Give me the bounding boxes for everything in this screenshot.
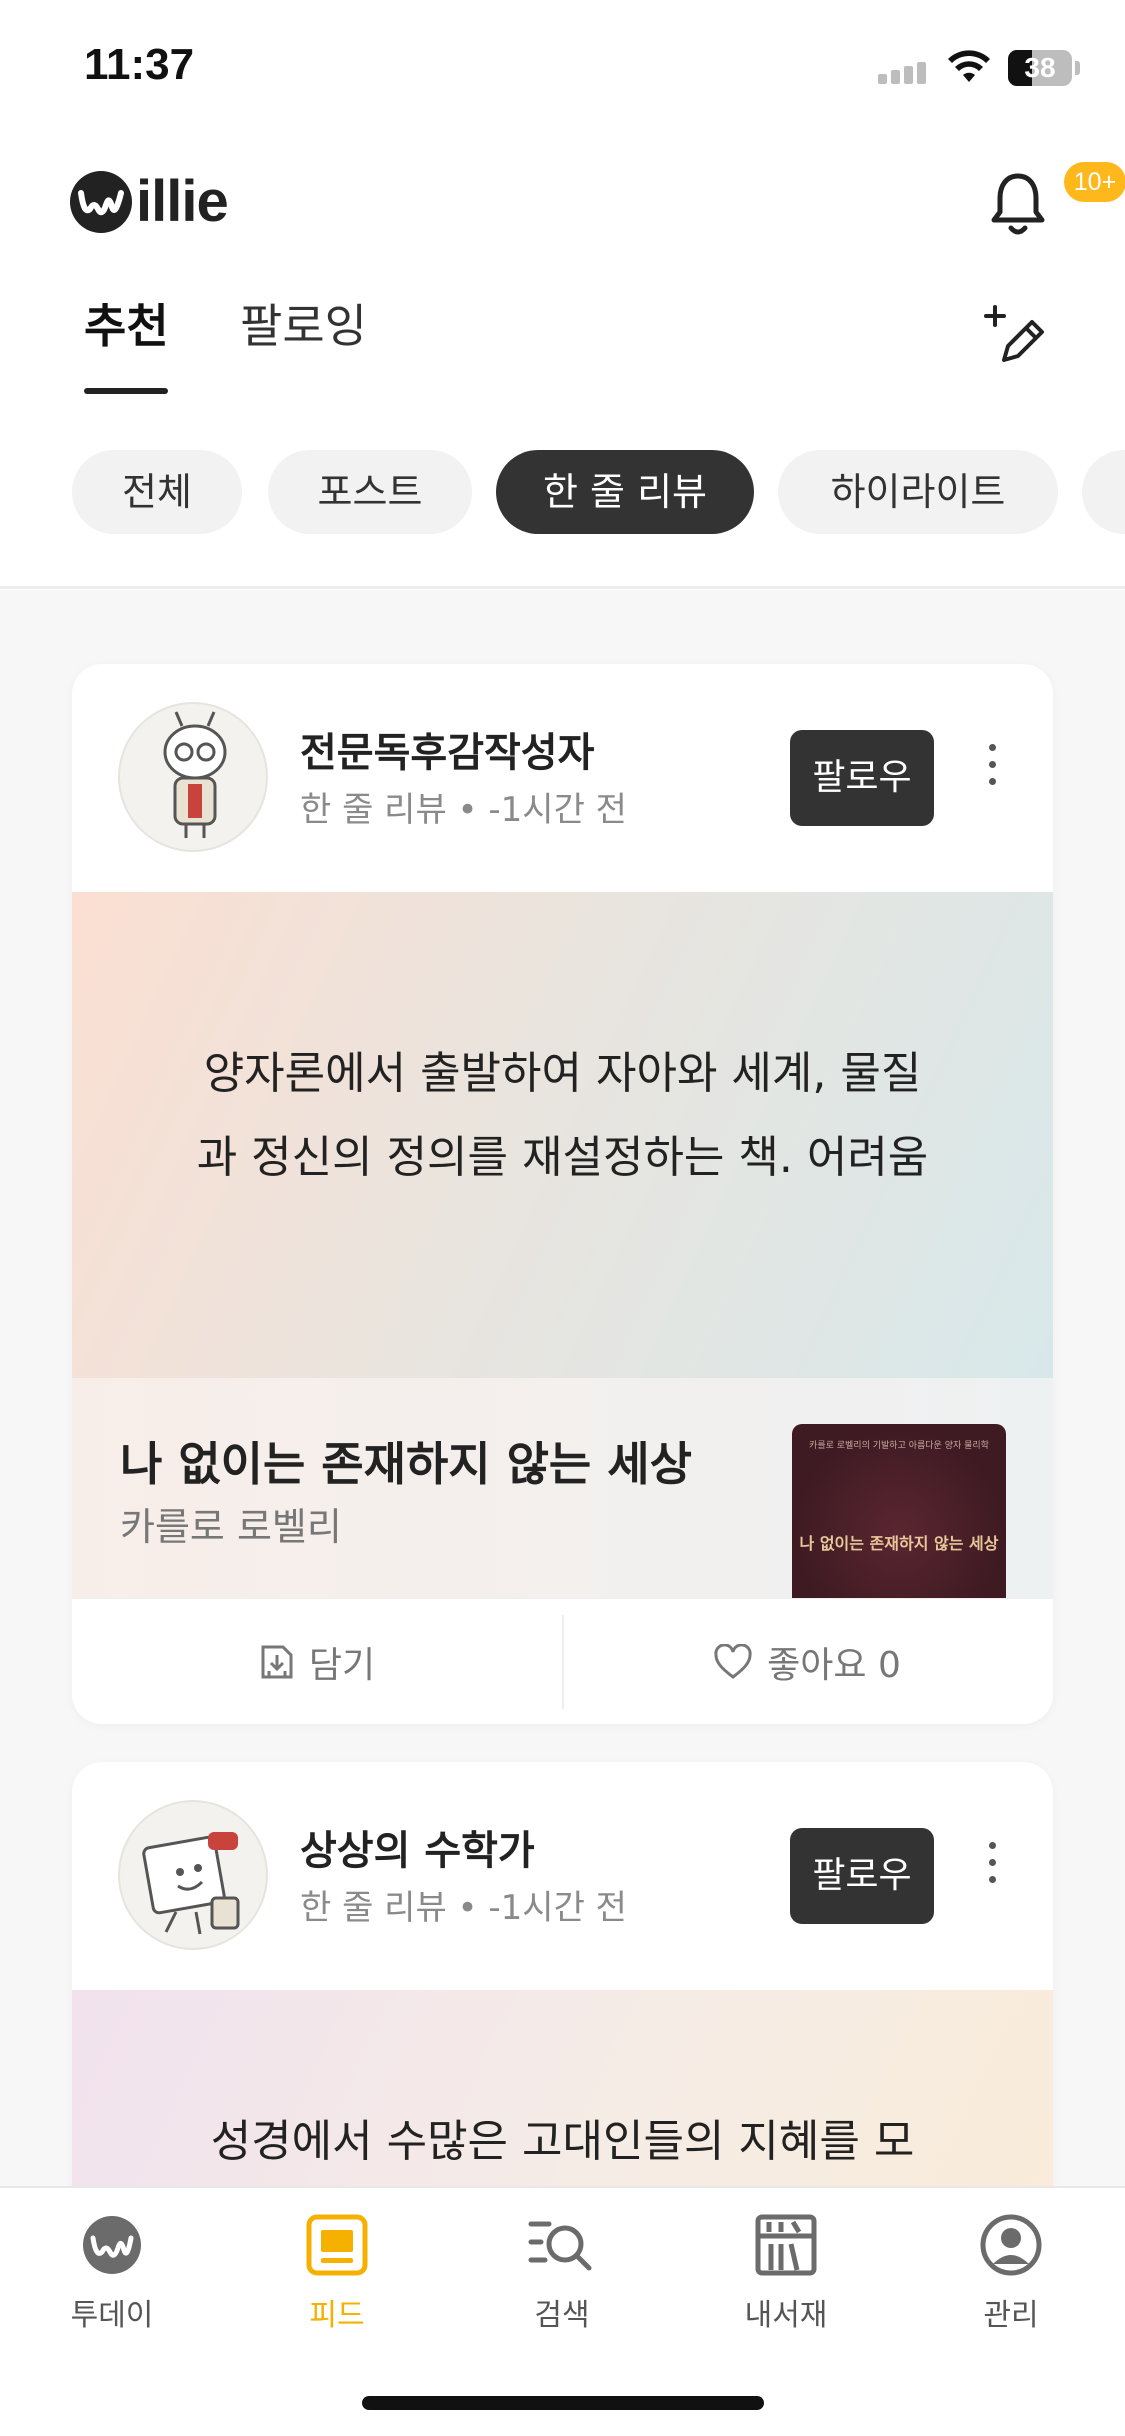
nav-label: 피드	[309, 2298, 365, 2333]
cover-tagline: 카를로 로벨리의 기발하고 아름다운 양자 물리학	[809, 1441, 989, 1451]
follow-button[interactable]: 팔로우	[790, 730, 934, 826]
review-card[interactable]: 전문독후감작성자 한 줄 리뷰 • -1시간 전 팔로우 양자론에서 출발하여 …	[72, 664, 1053, 1724]
cover-title: 나 없이는 존재하지 않는 세상	[799, 1534, 999, 1553]
book-cover: 카를로 로벨리의 기발하고 아름다운 양자 물리학 나 없이는 존재하지 않는 …	[792, 1424, 1006, 1604]
review-quote[interactable]: 양자론에서 출발하여 자아와 세계, 물질 과 정신의 정의를 재설정하는 책.…	[72, 892, 1053, 1378]
bookshelf-icon	[755, 2214, 817, 2276]
nav-today[interactable]: 투데이	[32, 2214, 192, 2334]
nav-library[interactable]: 내서재	[706, 2214, 866, 2334]
willie-logo-icon	[70, 170, 132, 233]
chip-post[interactable]: 포스트	[268, 450, 472, 534]
status-bar: 11:37 38	[0, 0, 1125, 130]
logo-text: illie	[136, 169, 229, 234]
heart-icon	[714, 1644, 752, 1679]
wifi-icon	[948, 50, 990, 82]
quote-line: 양자론에서 출발하여 자아와 세계, 물질	[203, 1048, 922, 1099]
quote-text: 양자론에서 출발하여 자아와 세계, 물질 과 정신의 정의를 재설정하는 책.…	[162, 1032, 963, 1200]
save-button[interactable]: 담기	[72, 1599, 562, 1724]
author-name[interactable]: 상상의 수학가	[300, 1818, 535, 1876]
book-info[interactable]: 나 없이는 존재하지 않는 세상 카를로 로벨리 카를로 로벨리의 기발하고 아…	[72, 1378, 1053, 1604]
more-options-icon[interactable]	[980, 734, 1004, 824]
notification-bell-icon[interactable]	[988, 170, 1048, 240]
save-to-library-icon	[261, 1645, 293, 1679]
willie-logo-icon	[83, 2216, 141, 2274]
tab-following[interactable]: 팔로잉	[240, 290, 367, 356]
willie-logo: illie	[70, 168, 229, 235]
follow-button[interactable]: 팔로우	[790, 1828, 934, 1924]
nav-label: 내서재	[744, 2298, 828, 2333]
notification-badge: 10+	[1064, 162, 1125, 202]
header-divider	[0, 586, 1125, 589]
active-tab-indicator	[84, 388, 168, 394]
chip-more[interactable]	[1082, 450, 1125, 534]
post-meta: 한 줄 리뷰 • -1시간 전	[300, 790, 627, 830]
chip-highlight[interactable]: 하이라이트	[778, 450, 1058, 534]
feed-tabs: 추천 팔로잉	[0, 290, 1125, 390]
avatar[interactable]	[118, 702, 268, 852]
book-title: 나 없이는 존재하지 않는 세상	[120, 1437, 692, 1491]
battery-tip	[1075, 61, 1080, 75]
quote-line: 과 정신의 정의를 재설정하는 책. 어려움	[196, 1132, 929, 1183]
more-options-icon[interactable]	[980, 1832, 1004, 1922]
book-author: 카를로 로벨리	[120, 1505, 342, 1549]
nav-label: 관리	[983, 2298, 1039, 2333]
nav-label: 검색	[534, 2298, 590, 2333]
profile-icon	[980, 2214, 1042, 2276]
battery-icon: 38	[1008, 50, 1072, 86]
battery-level: 38	[1024, 52, 1056, 83]
chip-all[interactable]: 전체	[72, 450, 242, 534]
filter-chips: 전체 포스트 한 줄 리뷰 하이라이트	[0, 450, 1125, 536]
nav-manage[interactable]: 관리	[931, 2214, 1091, 2334]
status-time: 11:37	[84, 40, 195, 89]
quote-line: 성경에서 수많은 고대인들의 지혜를 모	[210, 2116, 915, 2167]
chip-one-line-review[interactable]: 한 줄 리뷰	[496, 450, 754, 534]
app-header: illie 10+ 추천 팔로잉 전체 포스트 한 줄 리뷰 하이라이트	[0, 130, 1125, 590]
save-label: 담기	[308, 1645, 376, 1686]
home-indicator	[362, 2396, 764, 2410]
nav-feed[interactable]: 피드	[257, 2214, 417, 2334]
card-header: 전문독후감작성자 한 줄 리뷰 • -1시간 전 팔로우	[72, 664, 1053, 892]
author-name[interactable]: 전문독후감작성자	[300, 720, 594, 778]
tab-recommended[interactable]: 추천	[84, 290, 169, 356]
like-button[interactable]: 좋아요 0	[562, 1599, 1052, 1724]
search-icon	[528, 2221, 592, 2271]
nav-search[interactable]: 검색	[482, 2214, 642, 2334]
like-count: 좋아요 0	[767, 1645, 901, 1686]
quote-text: 성경에서 수많은 고대인들의 지혜를 모	[162, 2100, 963, 2184]
post-meta: 한 줄 리뷰 • -1시간 전	[300, 1888, 627, 1928]
review-card[interactable]: 상상의 수학가 한 줄 리뷰 • -1시간 전 팔로우 성경에서 수많은 고대인…	[72, 1762, 1053, 2222]
card-actions: 담기 좋아요 0	[72, 1598, 1053, 1724]
nav-label: 투데이	[70, 2298, 154, 2333]
cellular-signal-icon	[878, 62, 930, 84]
card-header: 상상의 수학가 한 줄 리뷰 • -1시간 전 팔로우	[72, 1762, 1053, 1990]
avatar[interactable]	[118, 1800, 268, 1950]
write-post-icon[interactable]	[982, 302, 1052, 372]
feed-icon	[306, 2214, 368, 2276]
